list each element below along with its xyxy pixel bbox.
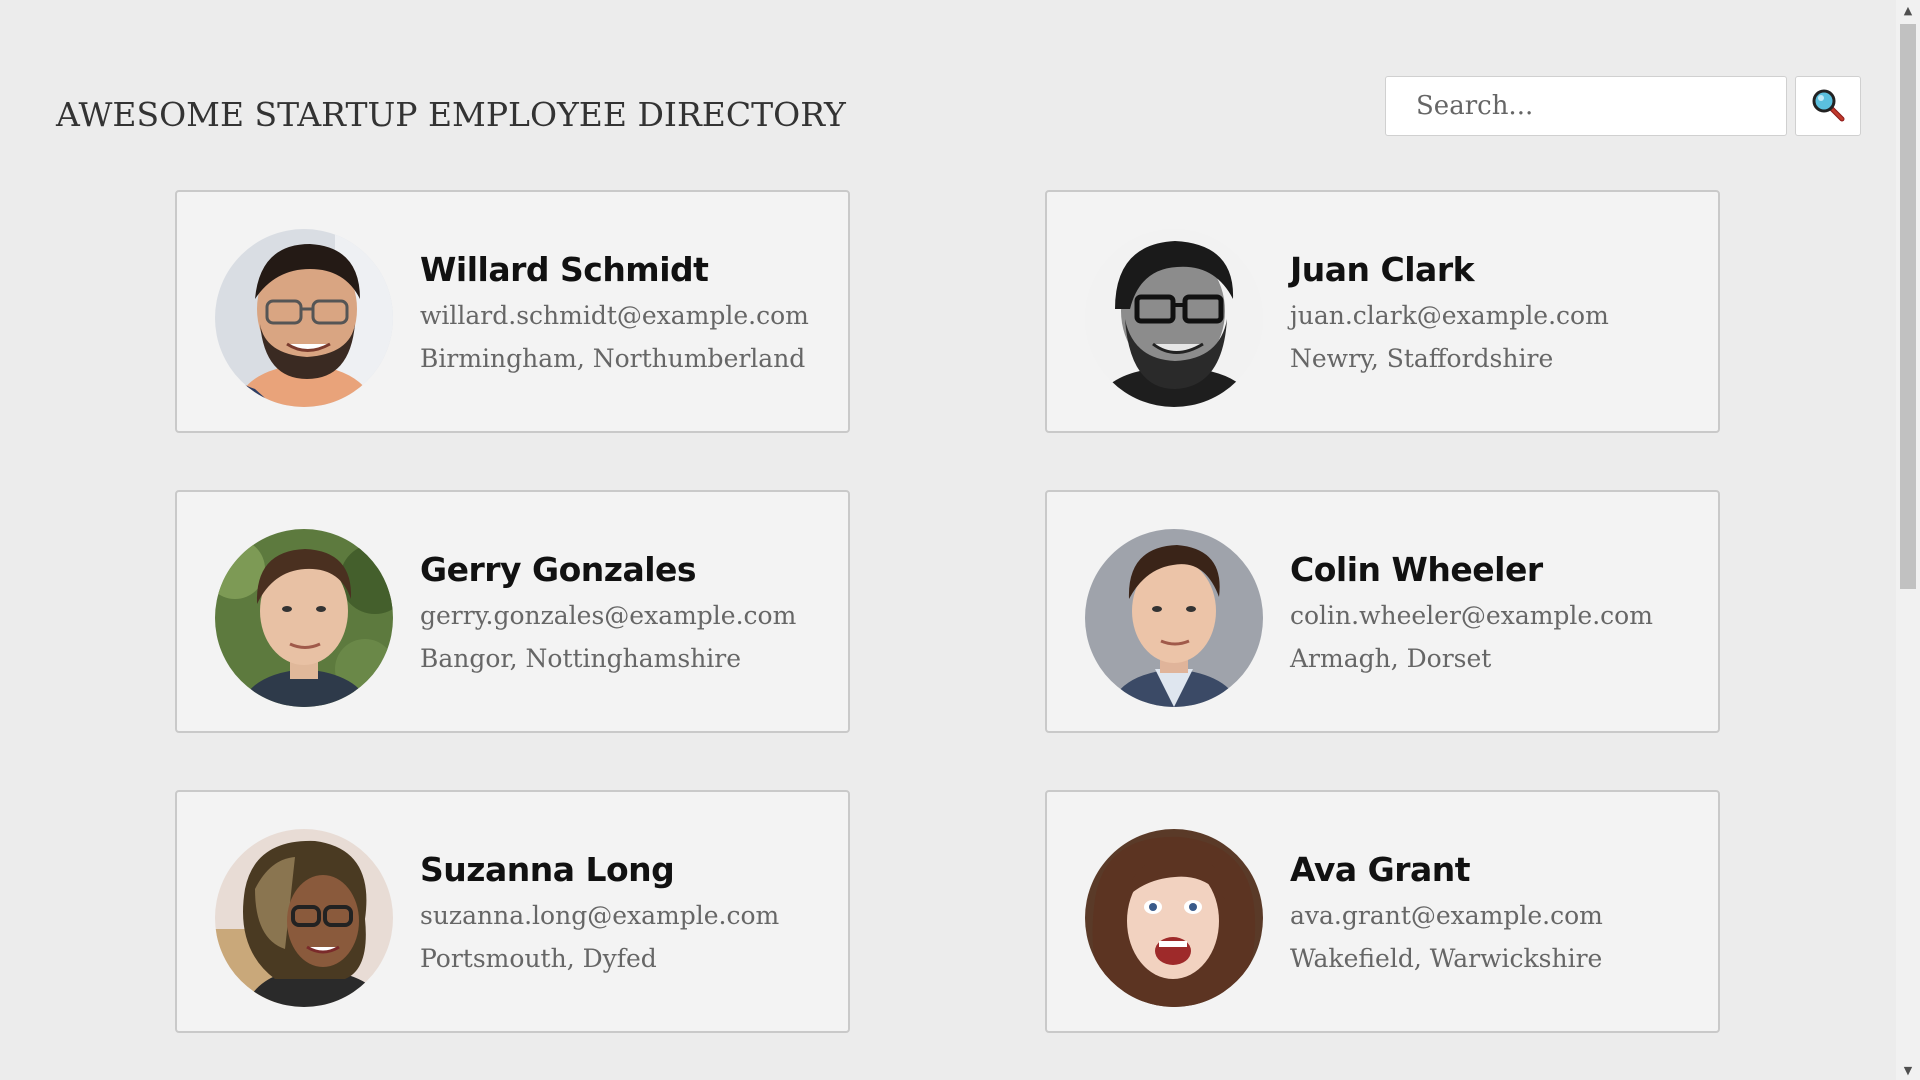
employee-email: ava.grant@example.com [1290,901,1603,930]
employee-location: Newry, Staffordshire [1290,344,1554,373]
employee-card[interactable]: Willard Schmidt willard.schmidt@example.… [175,190,850,433]
employee-card[interactable]: Suzanna Long suzanna.long@example.com Po… [175,790,850,1033]
employee-location: Birmingham, Northumberland [420,344,806,373]
search-form [1385,76,1861,136]
avatar [1085,829,1263,1007]
avatar [215,229,393,407]
card-info: Willard Schmidt willard.schmidt@example.… [420,250,809,373]
page: AWESOME STARTUP EMPLOYEE DIRECTORY Searc… [0,0,1920,1080]
employee-location: Bangor, Nottinghamshire [420,644,742,673]
scroll-up-arrow-icon[interactable]: ▲ [1896,0,1920,20]
employee-name: Juan Clark [1290,250,1475,289]
avatar [1085,229,1263,407]
scroll-thumb[interactable] [1900,24,1916,589]
employee-name: Colin Wheeler [1290,550,1543,589]
employee-name: Gerry Gonzales [420,550,697,589]
employee-card[interactable]: Juan Clark juan.clark@example.com Newry,… [1045,190,1720,433]
employee-email: juan.clark@example.com [1290,301,1609,330]
avatar [1085,529,1263,707]
employee-email: suzanna.long@example.com [420,901,780,930]
card-info: Juan Clark juan.clark@example.com Newry,… [1290,250,1609,373]
avatar [215,829,393,1007]
employee-name: Suzanna Long [420,850,675,889]
employee-gallery: Willard Schmidt willard.schmidt@example.… [175,190,1720,1033]
employee-card[interactable]: Colin Wheeler colin.wheeler@example.com … [1045,490,1720,733]
employee-name: Willard Schmidt [420,250,709,289]
card-info: Colin Wheeler colin.wheeler@example.com … [1290,550,1653,673]
employee-name: Ava Grant [1290,850,1471,889]
scroll-down-arrow-icon[interactable]: ▼ [1896,1060,1920,1080]
employee-email: willard.schmidt@example.com [420,301,809,330]
employee-email: gerry.gonzales@example.com [420,601,797,630]
employee-location: Wakefield, Warwickshire [1290,944,1603,973]
employee-card[interactable]: Ava Grant ava.grant@example.com Wakefiel… [1045,790,1720,1033]
card-info: Gerry Gonzales gerry.gonzales@example.co… [420,550,796,673]
vertical-scrollbar[interactable]: ▲ ▼ [1896,0,1920,1080]
employee-location: Portsmouth, Dyfed [420,944,657,973]
employee-email: colin.wheeler@example.com [1290,601,1653,630]
card-info: Suzanna Long suzanna.long@example.com Po… [420,850,779,973]
employee-card[interactable]: Gerry Gonzales gerry.gonzales@example.co… [175,490,850,733]
page-title: AWESOME STARTUP EMPLOYEE DIRECTORY [56,95,846,134]
avatar [215,529,393,707]
magnifying-glass-icon [1811,88,1845,125]
search-button[interactable] [1795,76,1861,136]
search-input[interactable] [1385,76,1787,136]
employee-location: Armagh, Dorset [1290,644,1492,673]
card-info: Ava Grant ava.grant@example.com Wakefiel… [1290,850,1603,973]
